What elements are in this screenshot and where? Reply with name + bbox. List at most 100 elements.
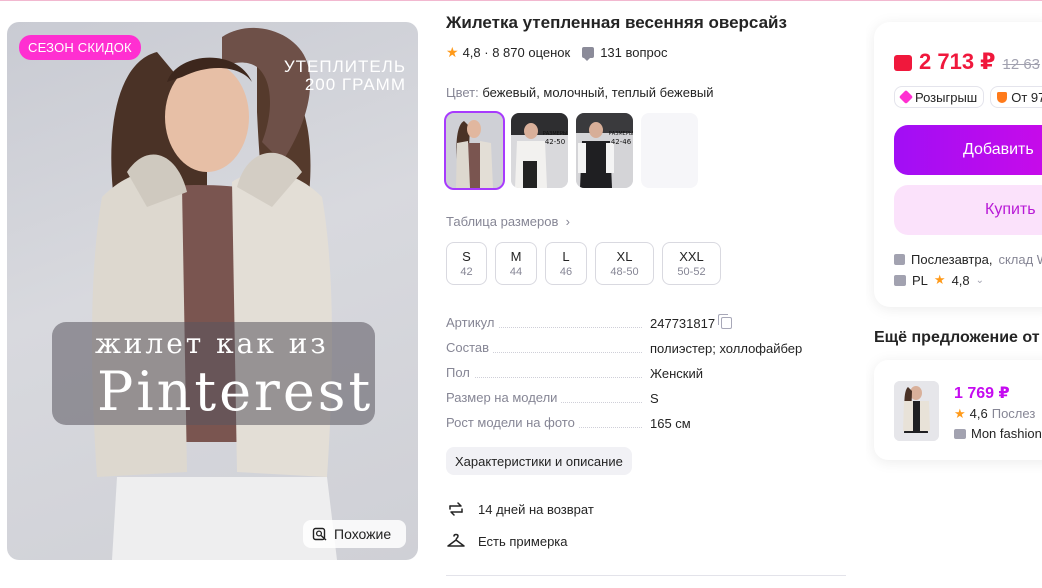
thumbnail-image: РАЗМЕРЫ 42-50 <box>511 113 568 188</box>
chevron-right-icon: › <box>562 214 570 229</box>
reviews-link[interactable]: 8 870 оценок <box>492 45 570 60</box>
offer-delivery: Послез <box>991 406 1036 421</box>
spec-key: Размер на модели <box>446 390 562 405</box>
spec-value: полиэстер; холлофайбер <box>650 340 803 356</box>
rating-row: ★ 4,8 · 8 870 оценок 131 вопрос <box>446 44 668 61</box>
seller-name: PL <box>912 272 928 288</box>
seller-rating: 4,8 <box>951 272 970 288</box>
spec-value: 165 см <box>650 415 691 431</box>
color-label: Цвет: <box>446 85 479 100</box>
spec-value: S <box>650 390 659 406</box>
promo-chips: Розыгрыш От 97 <box>894 86 1042 108</box>
questions-link[interactable]: 131 вопрос <box>600 45 667 60</box>
lottery-chip[interactable]: Розыгрыш <box>894 86 985 108</box>
similar-label: Похожие <box>334 526 392 542</box>
svg-text:РАЗМЕРЫ: РАЗМЕРЫ <box>609 131 633 137</box>
chevron-down-icon: ⌄ <box>975 274 985 286</box>
color-thumbnail[interactable] <box>444 111 505 190</box>
offer-rating-value: 4,6 <box>969 406 988 421</box>
spec-key: Рост модели на фото <box>446 415 579 430</box>
fitting-text: Есть примерка <box>478 533 568 549</box>
spec-row: Пол Женский <box>446 365 846 390</box>
price-row: 2 713 ₽ 12 63 <box>894 49 1040 75</box>
discount-chip[interactable]: От 97 <box>990 86 1042 108</box>
spec-row: Рост модели на фото 165 см <box>446 415 846 440</box>
size-label: XL <box>616 249 633 264</box>
divider <box>446 575 846 576</box>
size-option[interactable]: XXL 50-52 <box>662 242 721 285</box>
star-icon: ★ <box>954 406 966 421</box>
overlay-text-2: Pinterest <box>97 360 374 423</box>
delivery-warehouse: склад W <box>998 252 1042 267</box>
offer-seller: Mon fashion <box>954 426 1042 441</box>
caption-line-1: УТЕПЛИТЕЛЬ <box>283 57 406 76</box>
size-label: L <box>562 249 570 264</box>
size-option[interactable]: L 46 <box>545 242 587 285</box>
size-label: XXL <box>679 249 704 264</box>
size-ru: 48-50 <box>610 266 639 278</box>
price-card: 2 713 ₽ 12 63 Розыгрыш От 97 Добавить Ку… <box>874 22 1042 307</box>
main-product-photo[interactable]: СЕЗОН СКИДОК УТЕПЛИТЕЛЬ 200 ГРАММ жилет … <box>7 22 418 560</box>
size-option[interactable]: M 44 <box>495 242 537 285</box>
color-thumbnail[interactable]: РАЗМЕРЫ 42-46 <box>576 113 633 188</box>
spec-list: Артикул 247731817 Состав полиэстер; холл… <box>446 314 846 440</box>
sale-badge: СЕЗОН СКИДОК <box>19 35 141 60</box>
buy-now-button[interactable]: Купить <box>894 185 1042 235</box>
return-arrows-icon <box>449 502 463 516</box>
offer-rating: ★ 4,6 Послез <box>954 406 1035 422</box>
article-number: 247731817 <box>650 315 716 331</box>
color-thumbnail[interactable] <box>641 113 698 188</box>
offer-image <box>894 381 939 441</box>
svg-text:42-46: 42-46 <box>611 138 632 146</box>
star-icon: ★ <box>933 272 946 287</box>
spec-row: Состав полиэстер; холлофайбер <box>446 340 846 365</box>
spec-key: Артикул <box>446 315 499 330</box>
spec-row: Артикул 247731817 <box>446 314 846 340</box>
copy-icon[interactable] <box>718 314 733 329</box>
other-offer-card[interactable]: 1 769 ₽ ★ 4,6 Послез Mon fashion <box>874 360 1042 460</box>
seller-info[interactable]: PL ★ 4,8 ⌄ <box>894 272 984 288</box>
star-icon: ★ <box>446 44 459 60</box>
return-text: 14 дней на возврат <box>478 501 594 517</box>
color-value: бежевый, молочный, теплый бежевый <box>482 85 714 100</box>
other-offer-title: Ещё предложение от <box>874 329 1040 346</box>
color-row: Цвет: бежевый, молочный, теплый бежевый <box>446 85 713 100</box>
delivery-info: Послезавтра, склад W <box>894 252 1042 267</box>
size-option[interactable]: S 42 <box>446 242 487 285</box>
shop-icon <box>894 274 906 286</box>
thumbnail-image <box>446 113 503 188</box>
discount-label: От 97 <box>1011 89 1042 105</box>
image-search-icon <box>312 527 327 541</box>
color-thumbnail[interactable]: РАЗМЕРЫ 42-50 <box>511 113 568 188</box>
hanger-icon <box>447 533 465 547</box>
size-ru: 50-52 <box>677 266 706 278</box>
buy-column: 2 713 ₽ 12 63 Розыгрыш От 97 Добавить Ку… <box>866 0 1042 588</box>
lottery-label: Розыгрыш <box>915 89 978 105</box>
question-icon <box>582 47 595 61</box>
add-to-cart-button[interactable]: Добавить <box>894 125 1042 175</box>
fitting-info: Есть примерка <box>446 531 568 551</box>
return-info: 14 дней на возврат <box>446 499 594 519</box>
shop-icon <box>954 428 966 439</box>
shield-icon <box>997 91 1008 103</box>
similar-button[interactable]: Похожие <box>303 520 406 548</box>
thumbnail-image: РАЗМЕРЫ 42-46 <box>576 113 633 188</box>
size-ru: 44 <box>509 266 523 278</box>
box-icon <box>894 254 905 265</box>
photo-caption: УТЕПЛИТЕЛЬ 200 ГРАММ <box>284 58 406 94</box>
color-thumbnails: РАЗМЕРЫ 42-50 РАЗМЕРЫ 42-46 <box>444 111 698 190</box>
size-selector: S 42 M 44 L 46 XL 48-50 XXL 50-52 <box>446 242 721 285</box>
svg-text:РАЗМЕРЫ: РАЗМЕРЫ <box>543 131 568 137</box>
description-button[interactable]: Характеристики и описание <box>446 447 632 475</box>
model-illustration <box>92 27 337 560</box>
offer-price: 1 769 ₽ <box>954 385 1010 402</box>
spec-row: Размер на модели S <box>446 390 846 415</box>
offer-seller-name: Mon fashion <box>971 426 1042 441</box>
size-option[interactable]: XL 48-50 <box>595 242 654 285</box>
size-table-link[interactable]: Таблица размеров › <box>446 214 570 229</box>
delivery-date: Послезавтра, <box>911 252 993 267</box>
size-ru: 42 <box>460 266 473 278</box>
current-price: 2 713 ₽ <box>919 49 996 74</box>
product-title: Жилетка утепленная весенняя оверсайз <box>446 13 787 32</box>
caption-line-2: 200 ГРАММ <box>304 75 406 94</box>
